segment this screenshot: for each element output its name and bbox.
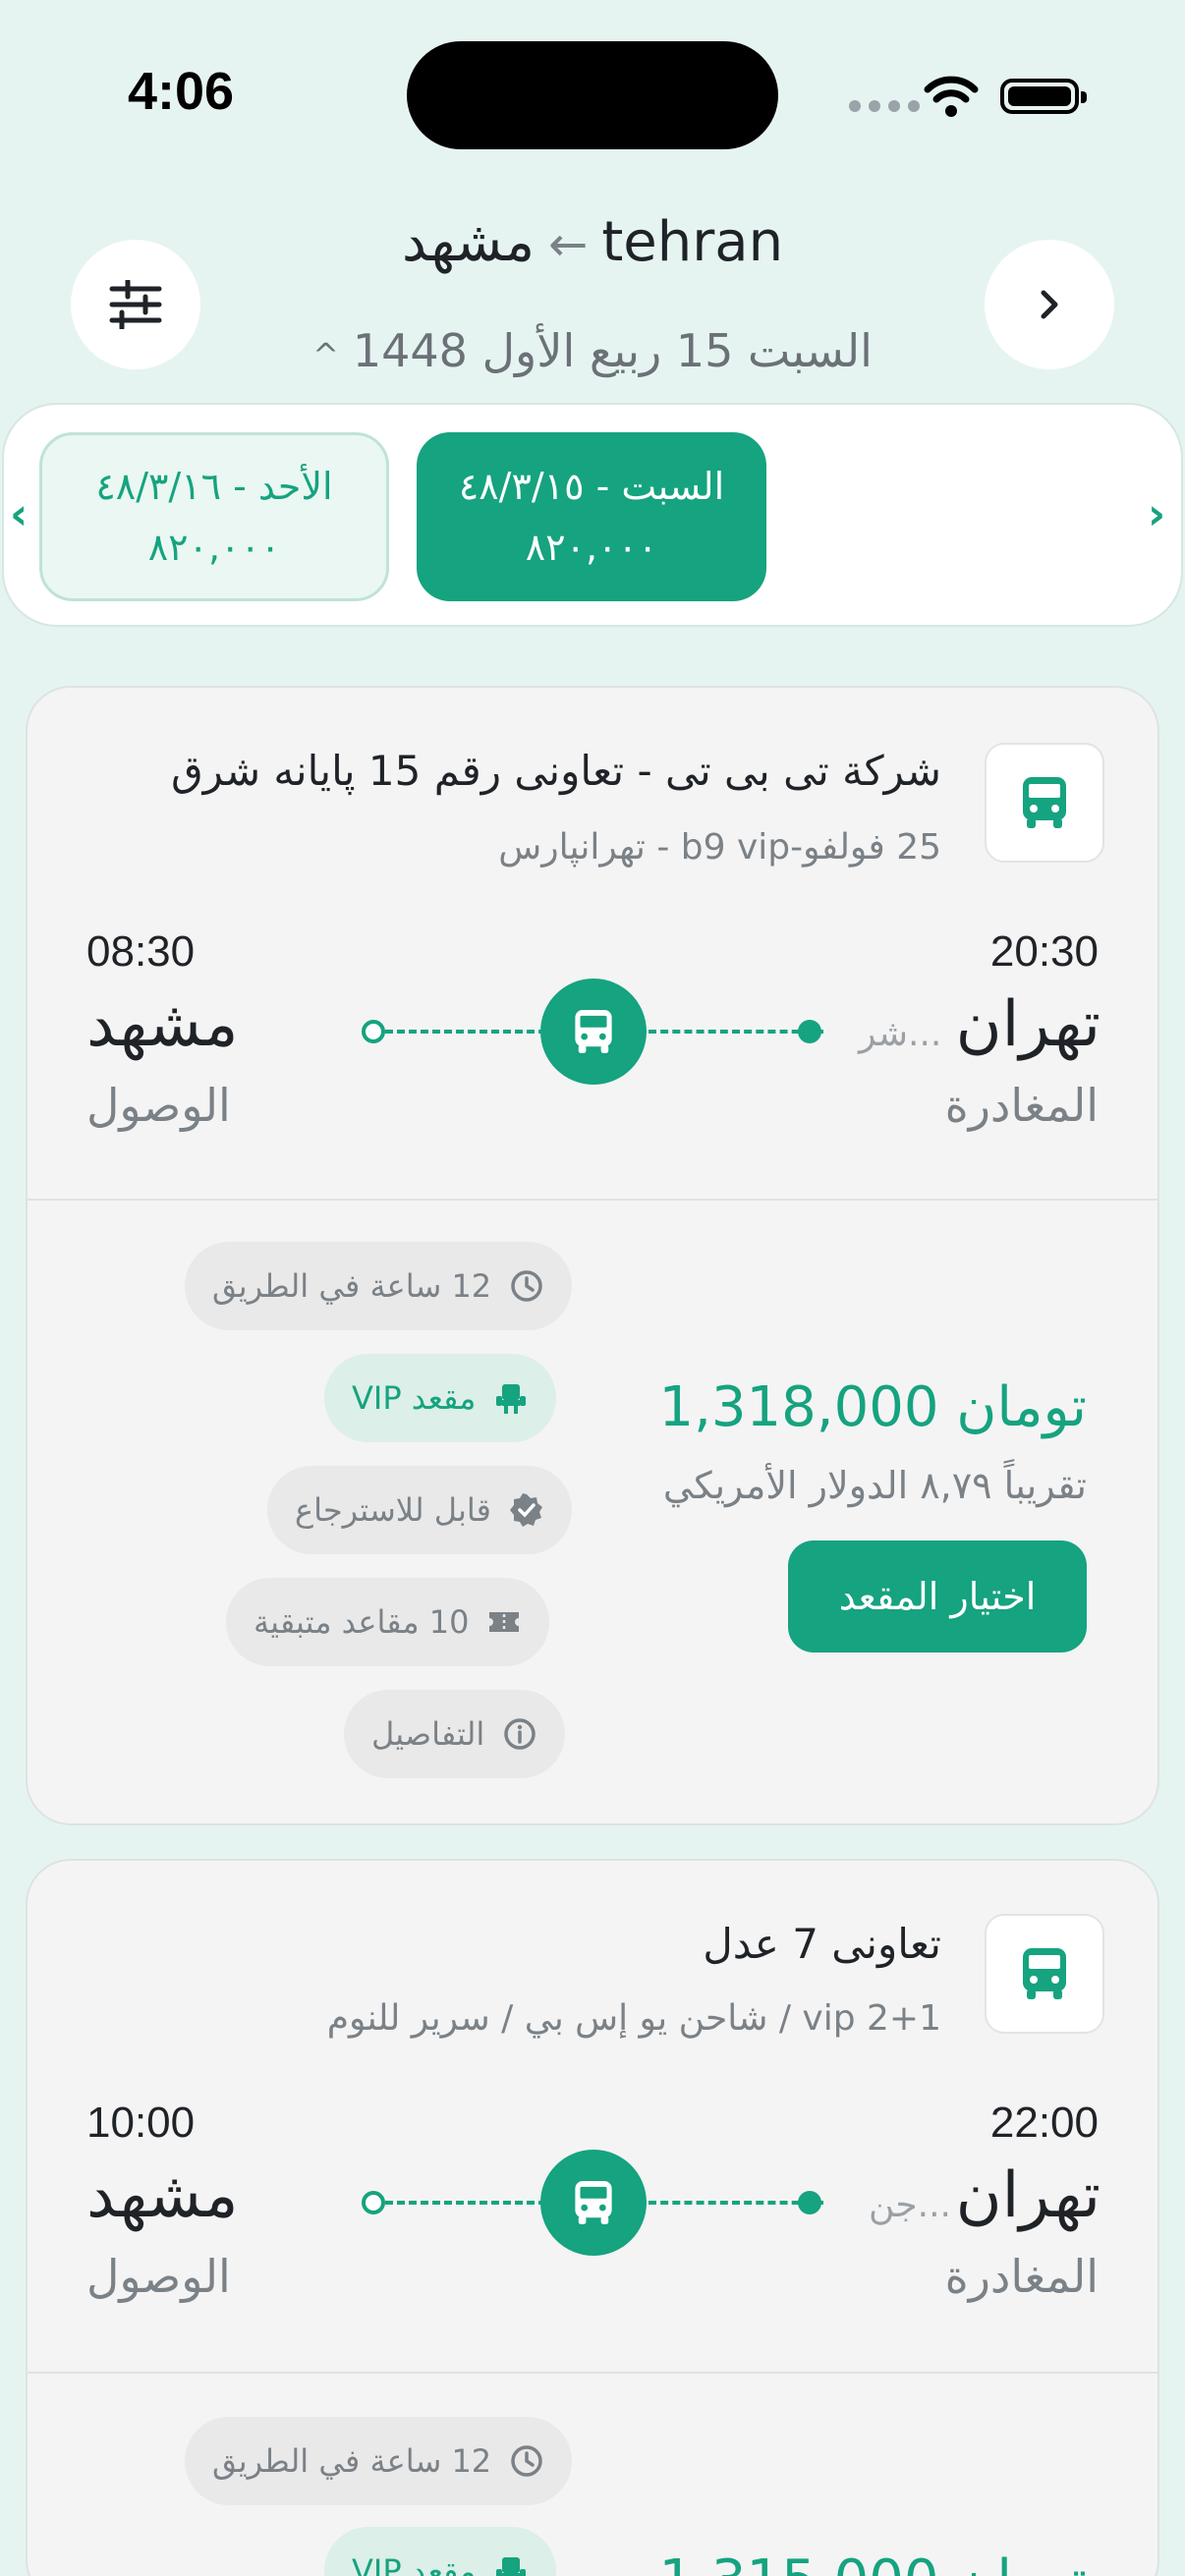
origin-city: tehran: [601, 210, 784, 274]
refundable-pill: قابل للاسترجاع: [267, 1466, 572, 1554]
trip-card[interactable]: تعاونی 7 عدل vip 2+1 / شاحن يو إس بي / س…: [26, 1859, 1159, 2576]
date-chip-label: الأحد - ٤٨/٣/١٦: [95, 465, 333, 508]
departure-time: 20:30: [989, 927, 1099, 976]
details-text: التفاصيل: [371, 1715, 485, 1753]
card-divider: [28, 2372, 1157, 2374]
destination-city: مشهد: [401, 210, 536, 274]
departure-label: المغادرة: [944, 2250, 1099, 2303]
duration-pill: 12 ساعة في الطريق: [185, 1242, 573, 1330]
date-chip-label: السبت - ٤٨/٣/١٥: [458, 465, 725, 508]
arrival-time: 10:00: [86, 2099, 196, 2147]
departure-label: المغادرة: [944, 1079, 1099, 1132]
forward-button[interactable]: [985, 240, 1114, 369]
bus-icon: [1023, 1948, 1066, 1999]
route-line: [385, 1030, 558, 1034]
wifi-icon: [924, 76, 979, 117]
arrival-time: 08:30: [86, 927, 196, 976]
info-icon: [504, 1718, 536, 1750]
clock-icon: [511, 1270, 542, 1302]
arrival-dot: [362, 1020, 385, 1043]
departure-dot: [798, 2191, 821, 2214]
route-title: مشهد ← tehran: [295, 210, 890, 274]
arrow-left-icon: ←: [548, 217, 589, 272]
date-chip[interactable]: الأحد - ٤٨/٣/١٦ ٨٢٠,٠٠٠: [39, 432, 389, 601]
cellular-signal-icon: [849, 100, 920, 112]
bus-type: 25 فولفو-b9 vip - تهرانپارس: [498, 827, 941, 868]
seat-type-pill: مقعد VIP: [324, 2527, 557, 2576]
refundable-text: قابل للاسترجاع: [295, 1491, 491, 1529]
trip-price: 1,315,000 تومان: [658, 2548, 1087, 2576]
clock-icon: [511, 2445, 542, 2477]
bus-type: vip 2+1 / شاحن يو إس بي / سرير للنوم: [326, 1998, 941, 2039]
ticket-icon: [489, 1612, 520, 1632]
seat-icon: [496, 2557, 527, 2576]
departure-terminal: شر...: [859, 1014, 942, 1054]
status-time: 4:06: [128, 62, 235, 121]
departure-terminal: جن...: [869, 2185, 952, 2225]
battery-icon: [1000, 79, 1087, 114]
company-logo: [985, 743, 1104, 863]
details-button[interactable]: التفاصيل: [344, 1690, 566, 1778]
route-bus-badge: [540, 979, 647, 1085]
departure-dot: [798, 1020, 821, 1043]
departure-city: تهران: [955, 2159, 1100, 2232]
filter-button[interactable]: [71, 240, 200, 369]
dynamic-island: [407, 41, 778, 149]
selected-date: السبت 15 ربيع الأول 1448: [352, 324, 873, 377]
arrival-label: الوصول: [86, 1079, 231, 1132]
arrival-label: الوصول: [86, 2250, 231, 2303]
company-name: تعاونی 7 عدل: [703, 1920, 941, 1968]
date-selector[interactable]: ^ السبت 15 ربيع الأول 1448: [255, 324, 930, 377]
chevron-right-icon: [1041, 290, 1058, 319]
filter-icon: [109, 280, 162, 329]
route-line: [385, 2201, 558, 2205]
chevron-up-icon: ^: [312, 335, 339, 373]
arrival-dot: [362, 2191, 385, 2214]
select-seat-button[interactable]: اختيار المقعد: [788, 1540, 1087, 1652]
company-name: شرکة تی بی تی - تعاونی رقم 15 پایانه شرق: [171, 747, 941, 795]
seat-type-text: مقعد VIP: [352, 2552, 477, 2576]
bus-icon: [575, 2181, 612, 2224]
seat-icon: [496, 1384, 527, 1414]
date-chip-price: ٨٢٠,٠٠٠: [525, 526, 658, 569]
seats-left-text: 10 مقاعد متبقية: [254, 1603, 470, 1641]
seats-left-pill: 10 مقاعد متبقية: [226, 1578, 550, 1666]
strip-prev-arrow-icon[interactable]: ‹: [10, 489, 28, 539]
verified-icon: [509, 1493, 542, 1527]
duration-pill: 12 ساعة في الطريق: [185, 2417, 573, 2505]
strip-next-arrow-icon[interactable]: ›: [1148, 489, 1165, 539]
duration-text: 12 ساعة في الطريق: [212, 2442, 492, 2480]
trip-card[interactable]: شرکة تی بی تی - تعاونی رقم 15 پایانه شرق…: [26, 686, 1159, 1825]
route-bus-badge: [540, 2150, 647, 2256]
seat-type-pill: مقعد VIP: [324, 1354, 557, 1442]
card-divider: [28, 1199, 1157, 1201]
trip-price: 1,318,000 تومان: [658, 1375, 1087, 1439]
bus-icon: [575, 1010, 612, 1053]
company-logo: [985, 1914, 1104, 2034]
departure-time: 22:00: [989, 2099, 1099, 2147]
seat-type-text: مقعد VIP: [352, 1379, 477, 1417]
date-chip-price: ٨٢٠,٠٠٠: [147, 526, 281, 569]
usd-estimate: تقريباً ٨,٧٩ الدولار الأمريكي: [662, 1464, 1087, 1507]
bus-icon: [1023, 777, 1066, 828]
arrival-city: مشهد: [86, 2159, 239, 2232]
duration-text: 12 ساعة في الطريق: [212, 1267, 492, 1305]
date-chip-active[interactable]: السبت - ٤٨/٣/١٥ ٨٢٠,٠٠٠: [417, 432, 766, 601]
arrival-city: مشهد: [86, 988, 239, 1061]
departure-city: تهران: [955, 988, 1100, 1061]
